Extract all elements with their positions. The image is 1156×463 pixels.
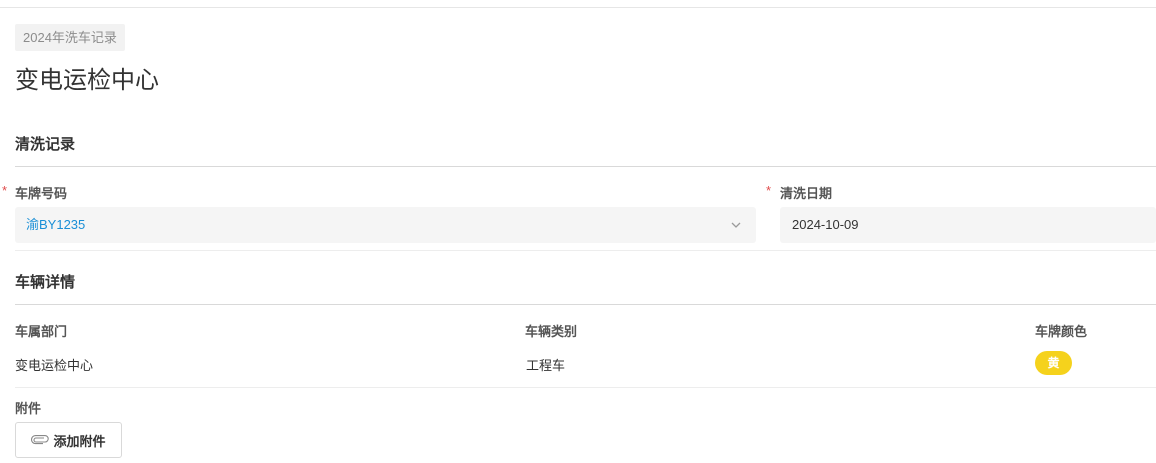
plate-required-mark: * [2, 183, 8, 198]
plate-color-label: 车牌颜色 [1035, 324, 1088, 339]
wash-date-value: 2024-10-09 [792, 217, 859, 232]
plate-number-label: 车牌号码 [15, 186, 68, 201]
vehicle-category-value: 工程车 [526, 358, 566, 373]
wash-record-form: 2024年洗车记录 变电运检中心 清洗记录 * 车牌号码 渝BY1235 * 清… [0, 0, 1156, 463]
department-label: 车属部门 [15, 324, 68, 339]
wash-date-label: 清洗日期 [780, 186, 833, 201]
plate-number-value: 渝BY1235 [26, 217, 86, 232]
department-value: 变电运检中心 [15, 358, 94, 373]
plate-number-select[interactable]: 渝BY1235 [15, 207, 756, 243]
wash-record-section-title: 清洗记录 [15, 136, 76, 153]
page-title: 变电运检中心 [15, 66, 159, 94]
record-year-tag: 2024年洗车记录 [15, 24, 125, 51]
attachments-label: 附件 [15, 401, 42, 416]
vehicle-details-section-title: 车辆详情 [15, 274, 76, 291]
form-row-divider [15, 250, 1156, 251]
paperclip-icon [31, 435, 50, 445]
wash-record-divider [15, 166, 1156, 167]
date-required-mark: * [766, 183, 772, 198]
wash-date-input[interactable]: 2024-10-09 [780, 207, 1156, 243]
chevron-down-icon [731, 222, 741, 228]
vehicle-details-divider [15, 304, 1156, 305]
plate-color-badge: 黄 [1035, 351, 1072, 375]
vehicle-category-label: 车辆类别 [525, 324, 578, 339]
add-attachment-button[interactable]: 添加附件 [15, 422, 122, 458]
details-divider [15, 387, 1156, 388]
top-divider [0, 7, 1156, 8]
add-attachment-label: 添加附件 [53, 433, 106, 449]
